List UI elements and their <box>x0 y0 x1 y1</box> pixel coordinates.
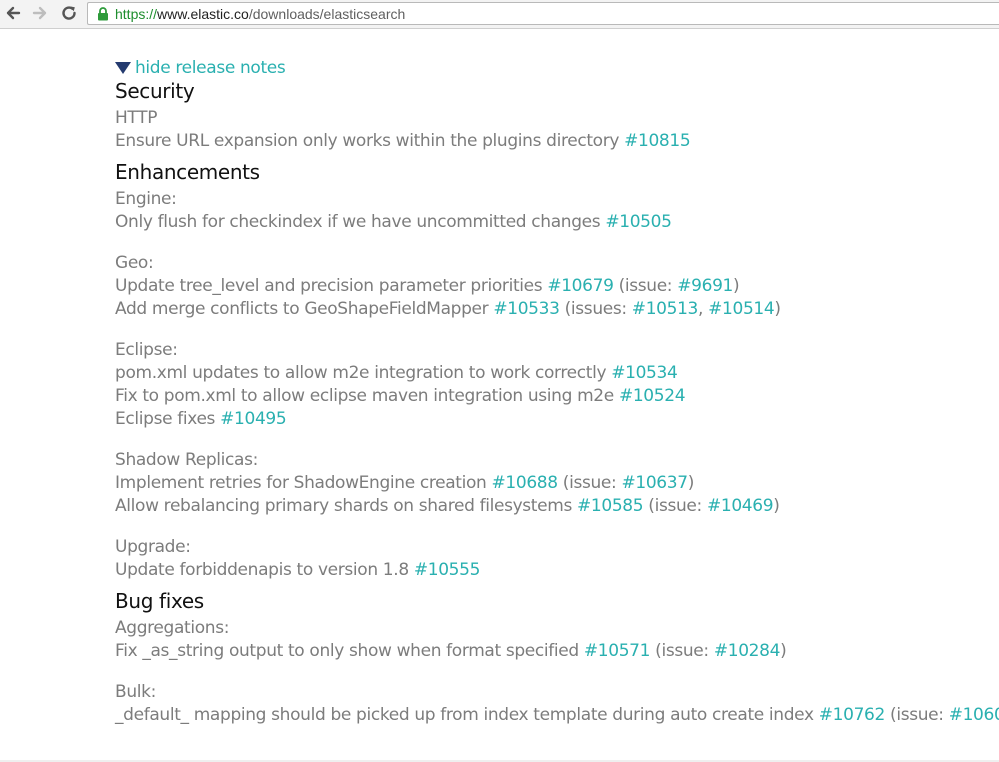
section-bug-fixes: Bug fixes Aggregations: Fix _as_string out… <box>115 588 999 727</box>
toggle-label: hide release notes <box>135 58 286 78</box>
category-label: Eclipse: <box>115 340 178 360</box>
issue-link[interactable]: #10514 <box>708 299 775 319</box>
pull-request-link[interactable]: #10555 <box>414 560 481 580</box>
note-item: Add merge conflicts to GeoShapeFieldMapp… <box>115 298 995 321</box>
category-label: Shadow Replicas: <box>115 450 258 470</box>
reload-button[interactable] <box>58 2 80 24</box>
note-item: Only flush for checkindex if we have unc… <box>115 211 995 234</box>
issue-prefix: (issue: <box>613 276 678 296</box>
note-item: Allow rebalancing primary shards on shar… <box>115 495 995 518</box>
issue-prefix: (issue: <box>557 473 622 493</box>
section-security: Security HTTP Ensure URL expansion only wo… <box>115 78 995 153</box>
sections-container: Security HTTP Ensure URL expansion only wo… <box>115 78 999 727</box>
pull-request-link[interactable]: #10534 <box>611 363 678 383</box>
note-item: pom.xml updates to allow m2e integration… <box>115 362 995 385</box>
pull-request-link[interactable]: #10505 <box>605 212 672 232</box>
issue-link[interactable]: #10637 <box>621 473 688 493</box>
note-item: Update tree_level and precision paramete… <box>115 275 995 298</box>
note-item: Fix to pom.xml to allow eclipse maven in… <box>115 385 995 408</box>
pull-request-link[interactable]: #10762 <box>819 705 886 725</box>
pull-request-link[interactable]: #10495 <box>220 409 287 429</box>
issue-separator: , <box>698 299 709 319</box>
note-text: pom.xml updates to allow m2e integration… <box>115 363 612 383</box>
issue-link[interactable]: #9691 <box>677 276 733 296</box>
url-host: www.elastic.co <box>157 6 249 22</box>
note-group: Shadow Replicas: Implement retries for Sh… <box>115 449 995 518</box>
issue-suffix: ) <box>687 473 695 493</box>
note-item: Ensure URL expansion only works within t… <box>115 130 995 153</box>
category-label: Aggregations: <box>115 618 230 638</box>
note-group: Engine: Only flush for checkindex if we h… <box>115 188 995 234</box>
triangle-down-icon <box>115 62 131 74</box>
url-text: https://www.elastic.co/downloads/elastic… <box>115 6 405 22</box>
note-text: Allow rebalancing primary shards on shar… <box>115 496 578 516</box>
note-item: Implement retries for ShadowEngine creat… <box>115 472 995 495</box>
issue-prefix: (issue: <box>884 705 949 725</box>
issue-link[interactable]: #10609 <box>949 705 999 725</box>
url-path: /downloads/elasticsearch <box>248 6 406 22</box>
issue-prefix: (issue: <box>650 641 714 661</box>
issue-suffix: ) <box>773 496 780 516</box>
category-label: HTTP <box>115 108 158 128</box>
note-text: _default_ mapping should be picked up fr… <box>115 705 819 725</box>
note-group: Bulk: _default_ mapping should be picked … <box>115 681 999 727</box>
note-text: Update tree_level and precision paramete… <box>115 276 548 296</box>
section-enhancements: Enhancements Engine: Only flush for checki… <box>115 159 995 582</box>
note-text: Only flush for checkindex if we have unc… <box>115 212 606 232</box>
note-item: Eclipse fixes #10495 <box>115 408 995 431</box>
note-text: Eclipse fixes <box>115 409 221 429</box>
pull-request-link[interactable]: #10585 <box>577 496 644 516</box>
forward-button[interactable] <box>29 2 51 24</box>
browser-toolbar: https://www.elastic.co/downloads/elastic… <box>0 0 999 29</box>
back-arrow-icon <box>6 6 21 20</box>
pull-request-link[interactable]: #10533 <box>493 299 560 319</box>
hide-release-notes-toggle[interactable]: hide release notes <box>115 58 995 78</box>
section-heading: Security <box>115 79 195 103</box>
note-group: Aggregations: Fix _as_string output to on… <box>115 617 995 663</box>
category-label: Geo: <box>115 253 154 273</box>
category-label: Upgrade: <box>115 537 191 557</box>
note-item: Update forbiddenapis to version 1.8 #105… <box>115 559 995 582</box>
note-item: _default_ mapping should be picked up fr… <box>115 704 999 727</box>
forward-arrow-icon <box>32 6 47 20</box>
category-label: Bulk: <box>115 682 156 702</box>
category-label: Engine: <box>115 189 177 209</box>
note-text: Update forbiddenapis to version 1.8 <box>115 560 414 580</box>
note-text: Implement retries for ShadowEngine creat… <box>115 473 492 493</box>
address-bar[interactable]: https://www.elastic.co/downloads/elastic… <box>87 2 999 25</box>
issue-suffix: ) <box>733 276 740 296</box>
reload-icon <box>62 6 76 20</box>
issue-link[interactable]: #10284 <box>714 641 781 661</box>
note-text: Fix to pom.xml to allow eclipse maven in… <box>115 386 619 406</box>
issue-link[interactable]: #10469 <box>707 496 774 516</box>
pull-request-link[interactable]: #10688 <box>492 473 559 493</box>
issue-prefix: (issues: <box>559 299 632 319</box>
note-item: Fix _as_string output to only show when … <box>115 640 995 663</box>
note-group: HTTP Ensure URL expansion only works with… <box>115 107 995 153</box>
pull-request-link[interactable]: #10524 <box>619 386 686 406</box>
pull-request-link[interactable]: #10571 <box>584 641 651 661</box>
issue-prefix: (issue: <box>643 496 707 516</box>
section-heading: Enhancements <box>115 160 260 184</box>
release-notes: hide release notes Security HTTP Ensure UR… <box>115 58 999 727</box>
note-text: Add merge conflicts to GeoShapeFieldMapp… <box>115 299 494 319</box>
pull-request-link[interactable]: #10679 <box>547 276 614 296</box>
note-text: Ensure URL expansion only works within t… <box>115 131 625 151</box>
back-button[interactable] <box>2 2 24 24</box>
section-heading: Bug fixes <box>115 589 204 613</box>
url-scheme: https:// <box>115 6 158 22</box>
note-group: Upgrade: Update forbiddenapis to version … <box>115 536 995 582</box>
note-text: Fix _as_string output to only show when … <box>115 641 584 661</box>
issue-suffix: ) <box>774 299 781 319</box>
lock-icon <box>98 7 108 21</box>
issue-link[interactable]: #10513 <box>632 299 699 319</box>
note-group: Eclipse: pom.xml updates to allow m2e int… <box>115 339 995 431</box>
note-group: Geo: Update tree_level and precision para… <box>115 252 995 321</box>
pull-request-link[interactable]: #10815 <box>624 131 691 151</box>
issue-suffix: ) <box>780 641 787 661</box>
